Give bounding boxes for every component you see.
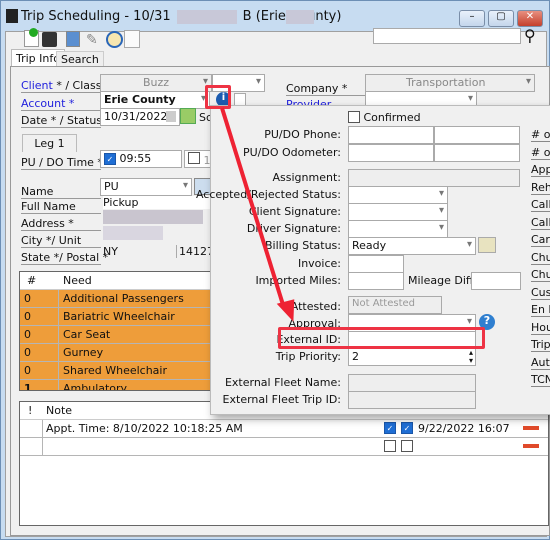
annotation-arrow <box>220 107 295 322</box>
